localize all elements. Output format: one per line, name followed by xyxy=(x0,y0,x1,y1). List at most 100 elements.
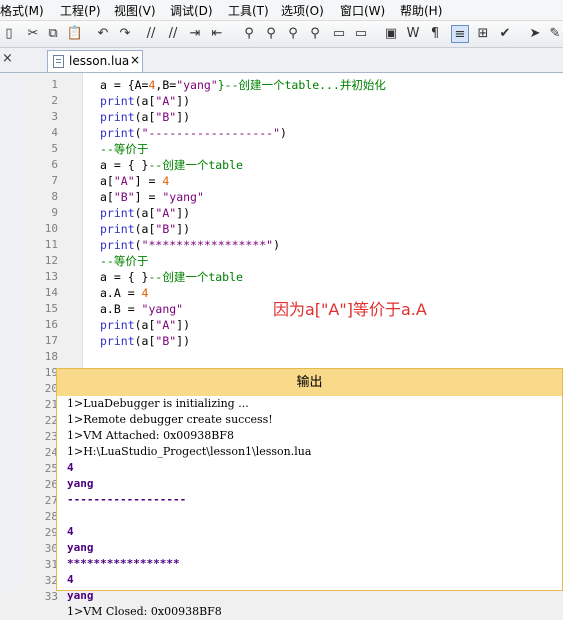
toolbar: ▯ ✂ ⧉ 📋 ↶ ↷////⇥ ⇤ ⚲ ⚲ ⚲ ⚲ ▭ ▭ ▣ W ¶ ≡ ⊞ ✔ ➤ ✎ xyxy=(0,21,563,48)
bookmark-icon[interactable]: ▭ xyxy=(330,25,348,43)
line-number: 12 xyxy=(44,254,58,267)
code-line[interactable]: print("*****************") xyxy=(100,237,280,253)
code-token: (a[ xyxy=(134,222,156,236)
line-number: 19 xyxy=(44,366,58,379)
debug-icon[interactable]: ✎ xyxy=(546,25,563,43)
output-line: yang xyxy=(67,477,94,490)
copy-icon[interactable]: ⧉ xyxy=(44,25,62,43)
line-number: 11 xyxy=(44,238,58,251)
code-line[interactable]: a["B"] = "yang" xyxy=(100,189,204,205)
code-token: "B" xyxy=(155,334,177,348)
line-number: 20 xyxy=(44,382,58,395)
code-token: "*****************" xyxy=(141,238,274,252)
output-line: 1>VM Closed: 0x00938BF8 xyxy=(67,605,222,618)
page-icon[interactable]: ▯ xyxy=(0,25,18,43)
code-token: (a[ xyxy=(134,334,156,348)
line-number: 27 xyxy=(44,494,58,507)
code-token: a = { } xyxy=(100,270,149,284)
line-number: 26 xyxy=(44,478,58,491)
code-token: "A" xyxy=(155,206,177,220)
code-token: ]) xyxy=(176,94,191,108)
panel-close-icon[interactable]: × xyxy=(2,51,13,66)
code-token: ]) xyxy=(176,222,191,236)
code-line[interactable]: print("------------------") xyxy=(100,125,287,141)
line-number: 6 xyxy=(51,158,58,171)
paste-icon[interactable]: 📋 xyxy=(66,25,84,43)
code-line[interactable]: print(a["B"]) xyxy=(100,333,190,349)
undo-icon[interactable]: ↶ xyxy=(94,25,112,43)
file-icon xyxy=(53,55,64,68)
menu-item[interactable]: 格式(M) xyxy=(0,2,44,19)
line-number: 15 xyxy=(44,302,58,315)
uncomment-icon[interactable]: // xyxy=(164,25,182,43)
code-line[interactable]: a.A = 4 xyxy=(100,285,148,301)
code-token: print xyxy=(100,334,135,348)
find-icon[interactable]: ⚲ xyxy=(240,25,258,43)
indent-icon[interactable]: ⇥ xyxy=(186,25,204,43)
outdent-icon[interactable]: ⇤ xyxy=(208,25,226,43)
code-token: ]) xyxy=(176,334,191,348)
comment-icon[interactable]: // xyxy=(142,25,160,43)
code-line[interactable]: a = {A=4,B="yang"}--创建一个table...并初始化 xyxy=(100,77,386,93)
line-number: 10 xyxy=(44,222,58,235)
code-token: (a[ xyxy=(134,318,156,332)
tab-strip: × lesson.lua × xyxy=(0,48,563,73)
line-numbers-icon[interactable]: ≡ xyxy=(451,25,469,43)
code-token: ,B= xyxy=(155,78,177,92)
code-token: print xyxy=(100,126,135,140)
tab-close-icon[interactable]: × xyxy=(130,53,140,67)
code-token: --等价于 xyxy=(100,142,149,156)
code-token: ) xyxy=(280,126,287,140)
run-icon[interactable]: ➤ xyxy=(526,25,544,43)
cut-icon[interactable]: ✂ xyxy=(24,25,42,43)
output-title: 输出 xyxy=(57,369,562,396)
line-number: 31 xyxy=(44,558,58,571)
line-number: 1 xyxy=(51,78,58,91)
menu-item[interactable]: 选项(O) xyxy=(281,2,324,19)
code-line[interactable]: --等价于 xyxy=(100,253,148,269)
tab-lesson-lua[interactable]: lesson.lua × xyxy=(47,50,143,72)
menu-item[interactable]: 窗口(W) xyxy=(340,2,385,19)
output-line: yang xyxy=(67,541,94,554)
line-number: 8 xyxy=(51,190,58,203)
menu-item[interactable]: 视图(V) xyxy=(114,2,156,19)
line-number: 21 xyxy=(44,398,58,411)
output-line: ------------------ xyxy=(67,493,187,506)
line-number: 28 xyxy=(44,510,58,523)
code-line[interactable]: print(a["B"]) xyxy=(100,109,190,125)
replace-icon[interactable]: ⚲ xyxy=(284,25,302,43)
code-token: ] = xyxy=(134,190,163,204)
code-token: "yang" xyxy=(176,78,218,92)
redo-icon[interactable]: ↷ xyxy=(116,25,134,43)
tree-icon[interactable]: ⊞ xyxy=(474,25,492,43)
output-line: 1>VM Attached: 0x00938BF8 xyxy=(67,429,234,442)
output-line: yang xyxy=(67,589,94,602)
check-icon[interactable]: ✔ xyxy=(496,25,514,43)
menu-item[interactable]: 工程(P) xyxy=(60,2,101,19)
code-line[interactable]: print(a["A"]) xyxy=(100,205,190,221)
line-number: 5 xyxy=(51,142,58,155)
code-line[interactable]: print(a["B"]) xyxy=(100,221,190,237)
monitor-icon[interactable]: ▣ xyxy=(382,25,400,43)
code-token: "B" xyxy=(155,222,177,236)
menu-item[interactable]: 调试(D) xyxy=(170,2,213,19)
output-line: 4 xyxy=(67,525,74,538)
line-number: 32 xyxy=(44,574,58,587)
code-line[interactable]: a = { }--创建一个table xyxy=(100,157,243,173)
code-line[interactable]: a.B = "yang" xyxy=(100,301,183,317)
line-number: 7 xyxy=(51,174,58,187)
menu-item[interactable]: 工具(T) xyxy=(228,2,269,19)
code-line[interactable]: print(a["A"]) xyxy=(100,317,190,333)
code-line[interactable]: --等价于 xyxy=(100,141,148,157)
output-line: 4 xyxy=(67,461,74,474)
line-number: 17 xyxy=(44,334,58,347)
paragraph-icon[interactable]: ¶ xyxy=(426,25,444,43)
menu-item[interactable]: 帮助(H) xyxy=(400,2,442,19)
word-wrap-icon[interactable]: W xyxy=(404,25,422,43)
code-line[interactable]: print(a["A"]) xyxy=(100,93,190,109)
find-files-icon[interactable]: ⚲ xyxy=(306,25,324,43)
bookmark-next-icon[interactable]: ▭ xyxy=(352,25,370,43)
find-next-icon[interactable]: ⚲ xyxy=(262,25,280,43)
code-line[interactable]: a["A"] = 4 xyxy=(100,173,169,189)
code-line[interactable]: a = { }--创建一个table xyxy=(100,269,243,285)
